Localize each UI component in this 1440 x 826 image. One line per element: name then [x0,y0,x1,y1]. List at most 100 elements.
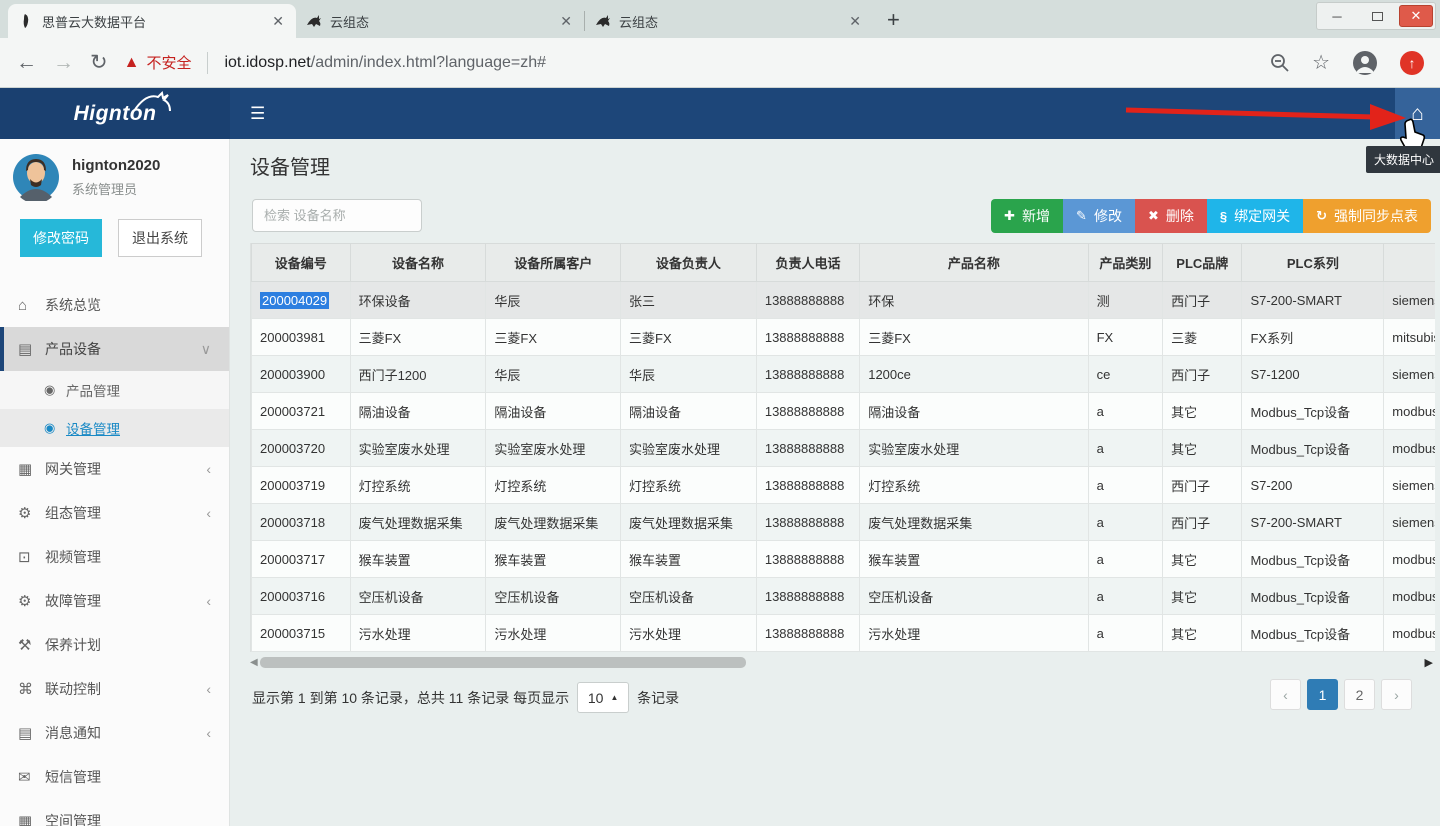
table-cell: 实验室废水处理 [486,430,621,467]
pagination-page-1[interactable]: 1 [1307,679,1338,710]
film-icon: ▦ [18,812,45,826]
sidebar-toggle-button[interactable]: ☰ [242,88,273,139]
table-row-1[interactable]: 200004029环保设备华辰张三13888888888环保测西门子S7-200… [252,282,1436,319]
table-cell: 三菱FX [621,319,757,356]
logout-button[interactable]: 退出系统 [118,219,202,257]
table-row-3[interactable]: 200003900西门子1200华辰华辰138888888881200cece西… [252,356,1436,393]
forward-icon[interactable]: → [53,52,74,73]
zoom-out-icon[interactable] [1270,53,1290,73]
toolbar-button-3[interactable]: ✖删除 [1135,199,1207,233]
table-cell: a [1088,393,1163,430]
browser-tab-1[interactable]: 思普云大数据平台✕ [8,4,296,38]
sidebar-item-11[interactable]: ▦空间管理 [0,799,229,826]
tab-close-icon[interactable]: ✕ [558,13,574,30]
sidebar-item-label: 联动控制 [45,679,101,699]
column-header: 产品名称 [860,244,1088,282]
gears-icon: ⚙ [18,592,45,610]
horizontal-scrollbar: ◀ ▶ [250,655,1435,669]
sidebar-item-9[interactable]: ▤消息通知‹ [0,711,229,755]
url-domain: iot.idosp.net [224,54,310,71]
new-tab-button[interactable]: + [887,10,900,30]
toolbar-button-5[interactable]: ↻强制同步点表 [1303,199,1431,233]
change-password-button[interactable]: 修改密码 [20,219,102,257]
toolbar-button-1[interactable]: ✚新增 [991,199,1063,233]
toolbar-button-label: 绑定网关 [1234,206,1290,226]
sidebar-item-8[interactable]: ⌘联动控制‹ [0,667,229,711]
table-row-5[interactable]: 200003720实验室废水处理实验室废水处理实验室废水处理1388888888… [252,430,1436,467]
browser-tab-2[interactable]: 云组态✕ [296,4,584,38]
table-cell: mitsubishi_fxcom_hinet [1384,319,1435,356]
submenu-item-1[interactable]: ◉产品管理 [0,371,229,409]
tab-close-icon[interactable]: ✕ [847,13,863,30]
sidebar-item-label: 产品设备 [45,339,101,359]
table-cell: modbus_tcp [1384,541,1435,578]
home-icon: ⌂ [18,297,45,314]
sidebar-item-6[interactable]: ⚙故障管理‹ [0,579,229,623]
table-row-8[interactable]: 200003717猴车装置猴车装置猴车装置13888888888猴车装置a其它M… [252,541,1436,578]
submenu-item-2[interactable]: ◉设备管理 [0,409,229,447]
sidebar-item-label: 视频管理 [45,547,101,567]
table-cell: 200003900 [252,356,351,393]
tab-close-icon[interactable]: ✕ [270,13,286,30]
window-minimize-button[interactable]: ─ [1317,3,1357,29]
table-cell: 三菱FX [860,319,1088,356]
bookmark-star-icon[interactable]: ☆ [1312,50,1330,75]
page-size-select[interactable]: 10 ▲ [577,682,629,713]
wrench-icon: ⚒ [18,636,45,654]
table-row-10[interactable]: 200003715污水处理污水处理污水处理13888888888污水处理a其它M… [252,615,1436,652]
bigdata-home-button[interactable]: ⌂ [1395,88,1440,139]
back-icon[interactable]: ← [16,52,37,73]
table-row-2[interactable]: 200003981三菱FX三菱FX三菱FX13888888888三菱FXFX三菱… [252,319,1436,356]
security-warning[interactable]: ▲ 不安全 [124,52,192,73]
pagination-prev-button[interactable]: ‹ [1270,679,1301,710]
table-cell: 其它 [1163,430,1242,467]
table-cell: 200003716 [252,578,351,615]
table-row-7[interactable]: 200003718废气处理数据采集废气处理数据采集废气处理数据采集1388888… [252,504,1436,541]
sidebar-item-label: 空间管理 [45,811,101,826]
toolbar-button-2[interactable]: ✎修改 [1063,199,1135,233]
sidebar-item-4[interactable]: ⚙组态管理‹ [0,491,229,535]
scroll-left-arrow-icon[interactable]: ◀ [250,657,258,668]
profile-avatar-icon[interactable] [1352,50,1378,76]
sidebar-item-label: 系统总览 [45,295,101,315]
scroll-right-arrow-icon[interactable]: ▶ [1425,656,1433,669]
table-cell: siemens_s7tcp_hinet [1384,356,1435,393]
table-cell: 隔油设备 [350,393,486,430]
update-icon[interactable]: ↑ [1400,51,1424,75]
sidebar-item-3[interactable]: ▦网关管理‹ [0,447,229,491]
table-cell: 13888888888 [756,430,859,467]
pagination-next-button[interactable]: › [1381,679,1412,710]
toolbar-button-4[interactable]: § 绑定网关 [1207,199,1303,233]
sidebar-item-2[interactable]: ▤产品设备∨ [0,327,229,371]
window-restore-button[interactable] [1357,3,1397,29]
gears-icon: ⚙ [18,504,45,522]
reload-icon[interactable]: ↻ [90,52,108,73]
hamburger-icon: ☰ [250,104,265,124]
table-cell: siemens_s7tcp_hinet [1384,467,1435,504]
device-search-input[interactable] [252,199,422,232]
link-icon: § [1220,209,1227,224]
browser-tab-3[interactable]: 云组态✕ [585,4,873,38]
table-row-6[interactable]: 200003719灯控系统灯控系统灯控系统13888888888灯控系统a西门子… [252,467,1436,504]
table-row-9[interactable]: 200003716空压机设备空压机设备空压机设备13888888888空压机设备… [252,578,1436,615]
table-cell: 13888888888 [756,615,859,652]
table-cell: FX系列 [1242,319,1384,356]
restore-icon [1372,12,1383,21]
sidebar-item-5[interactable]: ⊡视频管理 [0,535,229,579]
user-role: 系统管理员 [72,179,160,198]
sidebar-item-1[interactable]: ⌂系统总览 [0,283,229,327]
column-header: 设备负责人 [621,244,757,282]
scrollbar-thumb[interactable] [260,657,746,668]
record-summary: 显示第 1 到第 10 条记录，总共 11 条记录 每页显示 [252,688,569,708]
pagination-page-2[interactable]: 2 [1344,679,1375,710]
table-cell: 华辰 [486,282,621,319]
window-close-button[interactable]: ✕ [1399,5,1433,27]
table-row-4[interactable]: 200003721隔油设备隔油设备隔油设备13888888888隔油设备a其它M… [252,393,1436,430]
sidebar-item-7[interactable]: ⚒保养计划 [0,623,229,667]
table-cell: 猴车装置 [621,541,757,578]
submenu-item-label: 产品管理 [66,380,120,400]
sidebar-item-10[interactable]: ✉短信管理 [0,755,229,799]
url-field[interactable]: iot.idosp.net/admin/index.html?language=… [224,54,546,72]
sidebar-item-label: 保养计划 [45,635,101,655]
table-cell: siemens_s7tcp_hinet [1384,504,1435,541]
